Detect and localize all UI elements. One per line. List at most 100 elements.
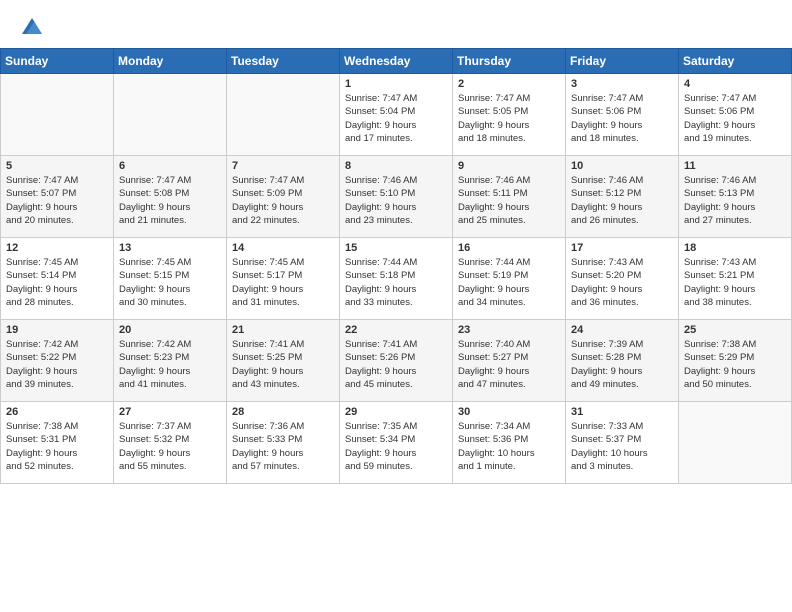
day-number: 3 (571, 78, 673, 90)
day-number: 17 (571, 242, 673, 254)
calendar-cell: 12 Sunrise: 7:45 AM Sunset: 5:14 PM Dayli… (1, 238, 114, 320)
week-row-4: 19 Sunrise: 7:42 AM Sunset: 5:22 PM Dayli… (1, 320, 792, 402)
calendar-cell: 16 Sunrise: 7:44 AM Sunset: 5:19 PM Dayli… (453, 238, 566, 320)
header (0, 0, 792, 48)
day-info: Sunrise: 7:40 AM Sunset: 5:27 PM Dayligh… (458, 338, 560, 391)
day-number: 28 (232, 406, 334, 418)
header-row: SundayMondayTuesdayWednesdayThursdayFrid… (1, 49, 792, 74)
header-day-friday: Friday (566, 49, 679, 74)
day-number: 14 (232, 242, 334, 254)
day-info: Sunrise: 7:46 AM Sunset: 5:12 PM Dayligh… (571, 174, 673, 227)
calendar-cell: 26 Sunrise: 7:38 AM Sunset: 5:31 PM Dayli… (1, 402, 114, 484)
calendar-cell: 27Sunrise: 7:37 AM Sunset: 5:32 PM Dayli… (114, 402, 227, 484)
day-number: 6 (119, 160, 221, 172)
day-info: Sunrise: 7:47 AM Sunset: 5:05 PM Dayligh… (458, 92, 560, 145)
day-number: 1 (345, 78, 447, 90)
day-number: 8 (345, 160, 447, 172)
calendar-cell: 30 Sunrise: 7:34 AM Sunset: 5:36 PM Dayli… (453, 402, 566, 484)
calendar-cell: 5Sunrise: 7:47 AM Sunset: 5:07 PM Daylig… (1, 156, 114, 238)
day-info: Sunrise: 7:39 AM Sunset: 5:28 PM Dayligh… (571, 338, 673, 391)
calendar-cell: 18 Sunrise: 7:43 AM Sunset: 5:21 PM Dayli… (679, 238, 792, 320)
day-number: 19 (6, 324, 108, 336)
day-info: Sunrise: 7:47 AM Sunset: 5:04 PM Dayligh… (345, 92, 447, 145)
day-number: 13 (119, 242, 221, 254)
day-info: Sunrise: 7:44 AM Sunset: 5:18 PM Dayligh… (345, 256, 447, 309)
calendar-cell: 28Sunrise: 7:36 AM Sunset: 5:33 PM Dayli… (227, 402, 340, 484)
header-day-monday: Monday (114, 49, 227, 74)
calendar-cell: 6 Sunrise: 7:47 AM Sunset: 5:08 PM Daylig… (114, 156, 227, 238)
day-info: Sunrise: 7:45 AM Sunset: 5:17 PM Dayligh… (232, 256, 334, 309)
calendar-table: SundayMondayTuesdayWednesdayThursdayFrid… (0, 48, 792, 484)
day-info: Sunrise: 7:41 AM Sunset: 5:26 PM Dayligh… (345, 338, 447, 391)
calendar-cell: 20Sunrise: 7:42 AM Sunset: 5:23 PM Dayli… (114, 320, 227, 402)
calendar-cell: 25 Sunrise: 7:38 AM Sunset: 5:29 PM Dayli… (679, 320, 792, 402)
calendar-cell: 8Sunrise: 7:46 AM Sunset: 5:10 PM Daylig… (340, 156, 453, 238)
day-info: Sunrise: 7:46 AM Sunset: 5:11 PM Dayligh… (458, 174, 560, 227)
day-info: Sunrise: 7:45 AM Sunset: 5:14 PM Dayligh… (6, 256, 108, 309)
calendar-cell: 9 Sunrise: 7:46 AM Sunset: 5:11 PM Daylig… (453, 156, 566, 238)
week-row-5: 26 Sunrise: 7:38 AM Sunset: 5:31 PM Dayli… (1, 402, 792, 484)
day-number: 30 (458, 406, 560, 418)
day-info: Sunrise: 7:47 AM Sunset: 5:09 PM Dayligh… (232, 174, 334, 227)
day-number: 24 (571, 324, 673, 336)
calendar-cell: 23 Sunrise: 7:40 AM Sunset: 5:27 PM Dayli… (453, 320, 566, 402)
day-number: 23 (458, 324, 560, 336)
day-info: Sunrise: 7:42 AM Sunset: 5:23 PM Dayligh… (119, 338, 221, 391)
logo-icon (18, 14, 46, 42)
day-info: Sunrise: 7:47 AM Sunset: 5:06 PM Dayligh… (684, 92, 786, 145)
logo (18, 14, 50, 42)
day-number: 25 (684, 324, 786, 336)
day-info: Sunrise: 7:45 AM Sunset: 5:15 PM Dayligh… (119, 256, 221, 309)
header-day-thursday: Thursday (453, 49, 566, 74)
calendar-cell: 13 Sunrise: 7:45 AM Sunset: 5:15 PM Dayli… (114, 238, 227, 320)
week-row-1: 1 Sunrise: 7:47 AM Sunset: 5:04 PM Daylig… (1, 74, 792, 156)
calendar-cell: 14 Sunrise: 7:45 AM Sunset: 5:17 PM Dayli… (227, 238, 340, 320)
day-number: 31 (571, 406, 673, 418)
calendar-cell (1, 74, 114, 156)
calendar-cell (227, 74, 340, 156)
calendar-cell: 10Sunrise: 7:46 AM Sunset: 5:12 PM Dayli… (566, 156, 679, 238)
day-info: Sunrise: 7:34 AM Sunset: 5:36 PM Dayligh… (458, 420, 560, 473)
day-number: 12 (6, 242, 108, 254)
header-day-sunday: Sunday (1, 49, 114, 74)
calendar-cell: 7Sunrise: 7:47 AM Sunset: 5:09 PM Daylig… (227, 156, 340, 238)
day-info: Sunrise: 7:47 AM Sunset: 5:08 PM Dayligh… (119, 174, 221, 227)
day-info: Sunrise: 7:44 AM Sunset: 5:19 PM Dayligh… (458, 256, 560, 309)
calendar-cell: 21 Sunrise: 7:41 AM Sunset: 5:25 PM Dayli… (227, 320, 340, 402)
calendar-cell: 22 Sunrise: 7:41 AM Sunset: 5:26 PM Dayli… (340, 320, 453, 402)
header-day-tuesday: Tuesday (227, 49, 340, 74)
day-info: Sunrise: 7:38 AM Sunset: 5:31 PM Dayligh… (6, 420, 108, 473)
calendar-cell (114, 74, 227, 156)
day-info: Sunrise: 7:43 AM Sunset: 5:21 PM Dayligh… (684, 256, 786, 309)
calendar-cell: 31 Sunrise: 7:33 AM Sunset: 5:37 PM Dayli… (566, 402, 679, 484)
day-info: Sunrise: 7:35 AM Sunset: 5:34 PM Dayligh… (345, 420, 447, 473)
day-info: Sunrise: 7:47 AM Sunset: 5:06 PM Dayligh… (571, 92, 673, 145)
day-number: 4 (684, 78, 786, 90)
day-info: Sunrise: 7:38 AM Sunset: 5:29 PM Dayligh… (684, 338, 786, 391)
day-number: 2 (458, 78, 560, 90)
day-number: 22 (345, 324, 447, 336)
day-info: Sunrise: 7:42 AM Sunset: 5:22 PM Dayligh… (6, 338, 108, 391)
calendar-cell: 15Sunrise: 7:44 AM Sunset: 5:18 PM Dayli… (340, 238, 453, 320)
calendar-cell: 29Sunrise: 7:35 AM Sunset: 5:34 PM Dayli… (340, 402, 453, 484)
day-info: Sunrise: 7:43 AM Sunset: 5:20 PM Dayligh… (571, 256, 673, 309)
calendar-cell: 1 Sunrise: 7:47 AM Sunset: 5:04 PM Daylig… (340, 74, 453, 156)
header-day-wednesday: Wednesday (340, 49, 453, 74)
day-number: 16 (458, 242, 560, 254)
calendar-cell: 3 Sunrise: 7:47 AM Sunset: 5:06 PM Daylig… (566, 74, 679, 156)
page: SundayMondayTuesdayWednesdayThursdayFrid… (0, 0, 792, 484)
day-info: Sunrise: 7:41 AM Sunset: 5:25 PM Dayligh… (232, 338, 334, 391)
week-row-2: 5Sunrise: 7:47 AM Sunset: 5:07 PM Daylig… (1, 156, 792, 238)
day-number: 26 (6, 406, 108, 418)
day-number: 9 (458, 160, 560, 172)
day-number: 21 (232, 324, 334, 336)
day-number: 11 (684, 160, 786, 172)
calendar-cell: 11 Sunrise: 7:46 AM Sunset: 5:13 PM Dayli… (679, 156, 792, 238)
day-info: Sunrise: 7:37 AM Sunset: 5:32 PM Dayligh… (119, 420, 221, 473)
calendar-cell: 19 Sunrise: 7:42 AM Sunset: 5:22 PM Dayli… (1, 320, 114, 402)
day-info: Sunrise: 7:46 AM Sunset: 5:13 PM Dayligh… (684, 174, 786, 227)
day-number: 18 (684, 242, 786, 254)
calendar-cell: 17 Sunrise: 7:43 AM Sunset: 5:20 PM Dayli… (566, 238, 679, 320)
calendar-body: 1 Sunrise: 7:47 AM Sunset: 5:04 PM Daylig… (1, 74, 792, 484)
day-info: Sunrise: 7:33 AM Sunset: 5:37 PM Dayligh… (571, 420, 673, 473)
